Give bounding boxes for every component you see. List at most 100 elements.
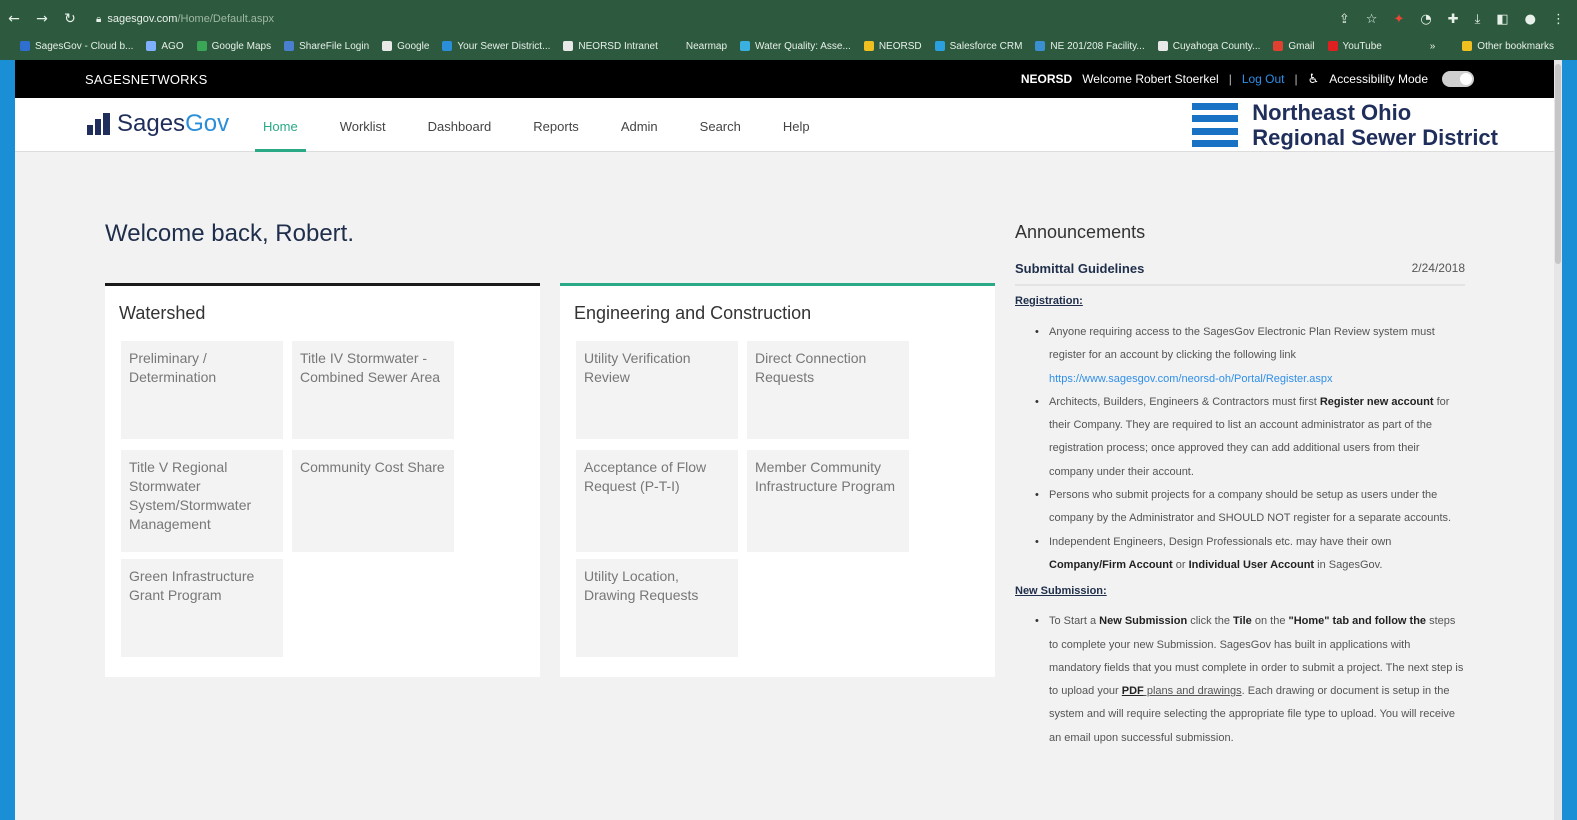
bookmark-item[interactable]: Nearmap	[670, 41, 727, 52]
text: on the	[1251, 615, 1289, 628]
nav-help[interactable]: Help	[775, 98, 818, 152]
bookmark-favicon-icon	[1327, 41, 1338, 51]
menu-icon[interactable]: ⋮	[1552, 12, 1565, 27]
registration-heading: Registration:	[1015, 295, 1083, 307]
download-icon[interactable]: ⤓	[1475, 12, 1481, 27]
share-icon[interactable]: ⇪	[1339, 12, 1350, 27]
bookmark-item[interactable]: YouTube	[1327, 40, 1382, 52]
bookmark-item[interactable]: AGO	[146, 40, 184, 52]
bookmark-label: NEORSD Intranet	[578, 40, 658, 52]
tile-preliminary-determination[interactable]: Preliminary / Determination	[121, 341, 283, 439]
bookmark-item[interactable]: ShareFile Login	[284, 41, 369, 52]
bookmark-favicon-icon	[1157, 41, 1168, 51]
app-header: SagesGov Home Worklist Dashboard Reports…	[15, 98, 1562, 152]
new-submission-list: To Start a New Submission click the Tile…	[1015, 610, 1465, 750]
nav-home[interactable]: Home	[255, 98, 306, 152]
engineering-panel: Engineering and Construction Utility Ver…	[560, 283, 995, 677]
bookmark-item[interactable]: Your Sewer District...	[442, 41, 550, 52]
bookmark-label: Salesforce CRM	[949, 40, 1023, 52]
nav-dashboard[interactable]: Dashboard	[420, 98, 500, 152]
text: or	[1172, 558, 1189, 571]
bookmark-favicon-icon	[146, 41, 157, 51]
tile-direct-connection[interactable]: Direct Connection Requests	[747, 341, 909, 439]
logout-link[interactable]: Log Out	[1242, 72, 1285, 86]
bookmark-item[interactable]: Salesforce CRM	[934, 40, 1023, 52]
bookmark-item[interactable]: NE 201/208 Facility...	[1035, 40, 1145, 52]
bookmark-item[interactable]: Gmail	[1273, 40, 1315, 52]
logo-icon	[87, 113, 113, 135]
star-icon[interactable]: ☆	[1366, 12, 1378, 27]
bookmark-label: Google	[397, 40, 430, 52]
tile-utility-location[interactable]: Utility Location, Drawing Requests	[576, 559, 738, 657]
bookmark-item[interactable]: Google	[382, 41, 429, 52]
nav-admin[interactable]: Admin	[613, 98, 666, 152]
top-bar: SAGESNETWORKS NEORSD Welcome Robert Stoe…	[15, 60, 1562, 98]
bookmark-favicon-icon	[740, 41, 751, 51]
district-name-line1: Northeast Ohio	[1252, 100, 1412, 125]
text: To Start a	[1049, 615, 1100, 628]
tile-utility-verification[interactable]: Utility Verification Review	[576, 341, 738, 439]
bookmark-favicon-icon	[563, 41, 574, 51]
sidebar-icon[interactable]: ◧	[1496, 12, 1508, 27]
bookmark-favicon-icon	[934, 41, 945, 51]
bookmark-item[interactable]: SagesGov - Cloud b...	[20, 41, 133, 52]
bookmark-favicon-icon	[196, 41, 207, 51]
bookmark-item[interactable]: NEORSD	[863, 41, 922, 52]
bookmark-item[interactable]: Google Maps	[196, 40, 272, 52]
extension-icon[interactable]: ◔	[1420, 12, 1431, 27]
welcome-heading: Welcome back, Robert.	[105, 220, 354, 247]
address-bar[interactable]: 🔒︎ sagesgov.com/Home/Default.aspx	[96, 13, 274, 25]
bookmark-item[interactable]: Cuyahoga County...	[1157, 41, 1260, 52]
text: Anyone requiring access to the SagesGov …	[1049, 326, 1435, 362]
announcement-title: Submittal Guidelines	[1015, 261, 1145, 276]
nav-worklist[interactable]: Worklist	[332, 98, 394, 152]
panel-title: Watershed	[119, 303, 206, 323]
url-path: /Home/Default.aspx	[177, 13, 275, 25]
bold-text: PDF	[1121, 685, 1144, 698]
tile-title-v-regional[interactable]: Title V Regional Stormwater System/Storm…	[121, 450, 283, 552]
register-link[interactable]: https://www.sagesgov.com/neorsd-oh/Porta…	[1049, 373, 1333, 385]
page-scrollbar[interactable]	[1554, 60, 1562, 820]
bookmark-label: YouTube	[1342, 40, 1382, 52]
text: Architects, Builders, Engineers & Contra…	[1049, 395, 1320, 408]
text: click the	[1187, 615, 1234, 628]
other-bookmarks[interactable]: Other bookmarks	[1462, 41, 1554, 52]
bookmark-label: ShareFile Login	[299, 40, 370, 52]
bookmark-label: Your Sewer District...	[457, 40, 551, 52]
back-icon[interactable]: ←	[0, 11, 28, 27]
bookmark-favicon-icon	[863, 41, 874, 51]
nav-reports[interactable]: Reports	[525, 98, 587, 152]
bookmark-item[interactable]: NEORSD Intranet	[563, 40, 658, 52]
announcements-panel: Announcements Submittal Guidelines 2/24/…	[1015, 222, 1465, 750]
forward-icon[interactable]: →	[28, 11, 56, 27]
url-host: sagesgov.com	[107, 13, 178, 25]
scrollbar-thumb[interactable]	[1555, 64, 1561, 264]
announcement-header: Submittal Guidelines 2/24/2018	[1015, 261, 1465, 286]
tile-title-iv-stormwater[interactable]: Title IV Stormwater - Combined Sewer Are…	[292, 341, 454, 439]
pdf-extension-icon[interactable]: ✦	[1393, 12, 1404, 27]
reload-icon[interactable]: ↻	[56, 11, 84, 27]
tile-member-community[interactable]: Member Community Infrastructure Program	[747, 450, 909, 552]
nav-search[interactable]: Search	[692, 98, 749, 152]
tile-acceptance-of-flow[interactable]: Acceptance of Flow Request (P-T-I)	[576, 450, 738, 552]
more-bookmarks-button[interactable]: »	[1430, 41, 1436, 52]
puzzle-icon[interactable]: ✚	[1448, 12, 1459, 27]
tile-community-cost-share[interactable]: Community Cost Share	[292, 450, 454, 552]
bookmark-favicon-icon	[284, 41, 295, 51]
bookmark-label: AGO	[161, 40, 184, 52]
profile-avatar-icon[interactable]: ●	[1525, 12, 1536, 27]
accessibility-icon: ♿︎	[1307, 71, 1320, 87]
bookmark-label: Gmail	[1288, 40, 1315, 52]
tile-green-infrastructure[interactable]: Green Infrastructure Grant Program	[121, 559, 283, 657]
bookmark-label: Google Maps	[211, 40, 272, 52]
bookmark-label: Water Quality: Asse...	[755, 40, 851, 52]
bookmark-label: NE 201/208 Facility...	[1050, 40, 1145, 52]
bold-text: Tile	[1233, 615, 1252, 628]
watershed-panel: Watershed Preliminary / Determination Ti…	[105, 283, 540, 677]
bookmark-item[interactable]: Water Quality: Asse...	[740, 41, 851, 52]
list-item: Architects, Builders, Engineers & Contra…	[1035, 391, 1465, 484]
district-name-line2: Regional Sewer District	[1252, 125, 1498, 150]
org-name: NEORSD	[1020, 72, 1073, 86]
sagesgov-logo[interactable]: SagesGov	[87, 110, 229, 138]
accessibility-toggle[interactable]	[1442, 71, 1474, 87]
